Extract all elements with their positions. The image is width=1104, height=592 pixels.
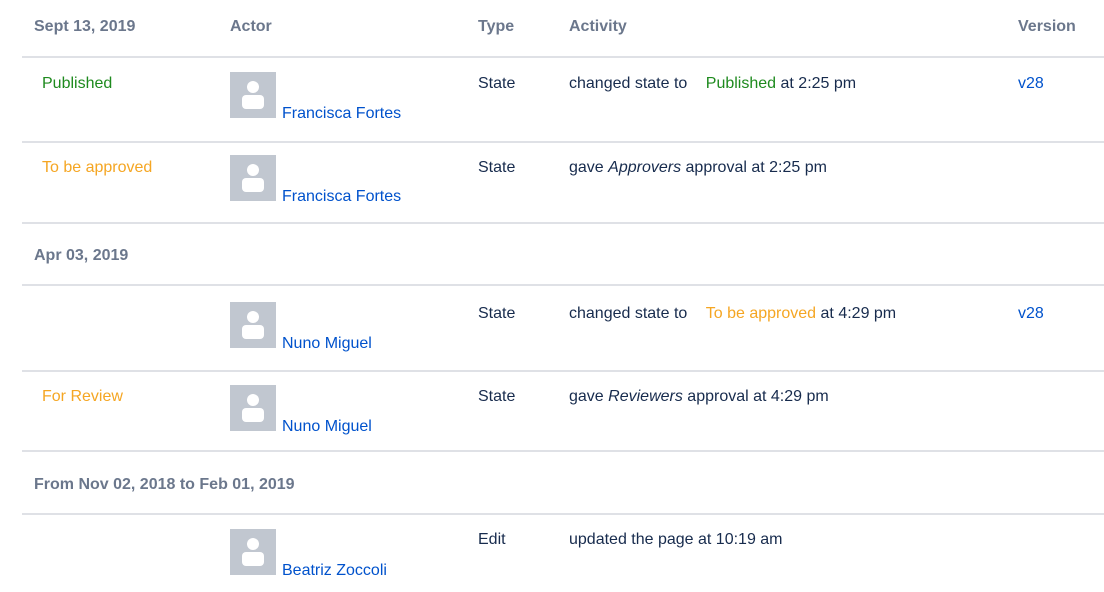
divider	[22, 56, 1104, 58]
group-label: From Nov 02, 2018 to Feb 01, 2019	[34, 476, 295, 493]
user-avatar-icon[interactable]	[230, 385, 276, 431]
table-row: For Review Nuno Miguel State gave Review…	[22, 385, 1104, 444]
actor-link[interactable]: Francisca Fortes	[282, 105, 401, 123]
activity-cell: updated the page at 10:19 am	[569, 531, 783, 548]
activity-emph: Approvers	[608, 159, 682, 176]
activity-state: To be approved	[705, 305, 817, 322]
user-avatar-icon[interactable]	[230, 529, 276, 575]
table-row: Published Francisca Fortes State changed…	[22, 72, 1104, 131]
activity-prefix: changed state to	[569, 305, 688, 322]
user-avatar-icon[interactable]	[230, 72, 276, 118]
activity-cell: gave Reviewers approval at 4:29 pm	[569, 388, 829, 406]
header-version: Version	[1018, 18, 1076, 35]
header-type: Type	[478, 18, 515, 35]
table-row: Nuno Miguel State changed state to To be…	[22, 302, 1104, 361]
divider	[22, 513, 1104, 515]
state-label: For Review	[42, 388, 123, 405]
activity-prefix: gave	[569, 388, 604, 405]
activity-cell: gave Approvers approval at 2:25 pm	[569, 159, 827, 177]
actor-link[interactable]: Beatriz Zoccoli	[282, 562, 387, 580]
activity-state: Published	[705, 75, 777, 92]
type-cell: State	[478, 388, 516, 405]
state-label: To be approved	[42, 159, 153, 176]
divider	[22, 141, 1104, 143]
activity-suffix: at 4:29 pm	[820, 305, 897, 322]
type-cell: State	[478, 305, 516, 322]
version-link[interactable]: v28	[1018, 75, 1044, 93]
activity-cell: changed state to Published at 2:25 pm	[569, 75, 856, 93]
activity-prefix: gave	[569, 159, 604, 176]
type-cell: State	[478, 159, 516, 176]
type-cell: State	[478, 75, 516, 92]
activity-suffix: approval at 2:25 pm	[685, 159, 827, 176]
actor-link[interactable]: Francisca Fortes	[282, 188, 401, 206]
actor-link[interactable]: Nuno Miguel	[282, 335, 372, 353]
activity-suffix: approval at 4:29 pm	[687, 388, 829, 405]
user-avatar-icon[interactable]	[230, 155, 276, 201]
divider	[22, 284, 1104, 286]
activity-cell: changed state to To be approved at 4:29 …	[569, 305, 896, 323]
divider	[22, 222, 1104, 224]
group-label: Apr 03, 2019	[34, 247, 129, 264]
type-cell: Edit	[478, 531, 506, 548]
divider	[22, 370, 1104, 372]
table-row: To be approved Francisca Fortes State ga…	[22, 155, 1104, 215]
activity-suffix: at 2:25 pm	[780, 75, 857, 92]
header-actor: Actor	[230, 18, 272, 35]
header-date: Sept 13, 2019	[34, 18, 136, 35]
version-link[interactable]: v28	[1018, 305, 1044, 323]
state-label: Published	[42, 75, 113, 92]
table-row: Beatriz Zoccoli Edit updated the page at…	[22, 529, 1104, 587]
activity-prefix: changed state to	[569, 75, 688, 92]
activity-emph: Reviewers	[608, 388, 683, 405]
user-avatar-icon[interactable]	[230, 302, 276, 348]
actor-link[interactable]: Nuno Miguel	[282, 418, 372, 436]
header-activity: Activity	[569, 18, 627, 35]
page-history-table: Sept 13, 2019 Actor Type Activity Versio…	[0, 0, 1104, 592]
divider	[22, 450, 1104, 452]
